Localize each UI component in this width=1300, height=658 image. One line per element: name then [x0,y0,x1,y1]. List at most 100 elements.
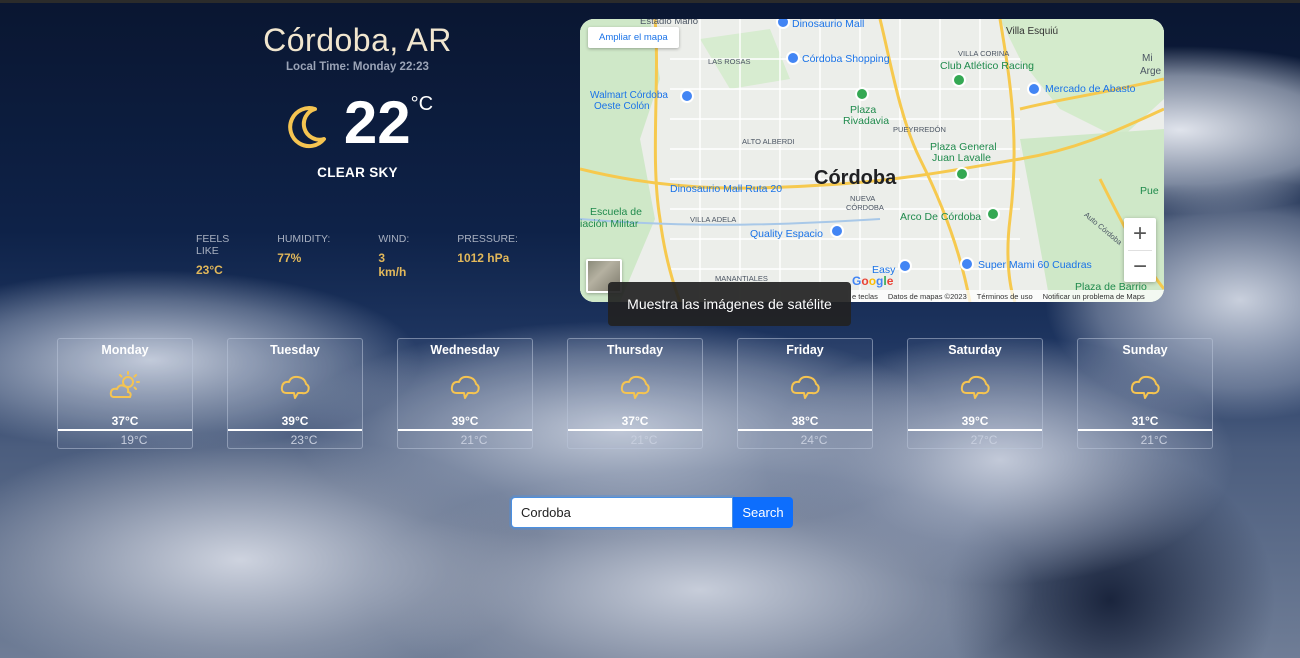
stat-value: 77% [277,251,302,265]
expand-map-button[interactable]: Ampliar el mapa [588,27,679,48]
forecast-max: 39°C [451,414,479,428]
weather-description: CLEAR SKY [317,165,398,180]
map-label: LAS ROSAS [708,57,751,66]
forecast-max: 37°C [621,414,649,428]
forecast-day-name: Saturday [948,343,1002,357]
forecast-day: Saturday 39°C 27°C [907,338,1043,449]
map-data-text: Datos de mapas ©2023 [887,291,967,301]
forecast-day-name: Monday [101,343,149,357]
zoom-out-button[interactable]: − [1124,251,1156,283]
forecast-day-name: Tuesday [270,343,320,357]
map-label: Rivadavia [843,115,890,127]
forecast-day: Thursday 37°C 21°C [567,338,703,449]
local-time: Local Time: Monday 22:23 [286,61,429,73]
google-logo: Google [852,274,894,288]
forecast-day-name: Sunday [1122,343,1168,357]
forecast-day-name: Friday [786,343,824,357]
forecast-min: 21°C [1078,429,1212,449]
satellite-tooltip: Muestra las imágenes de satélite [608,282,851,326]
search-input[interactable] [511,497,733,528]
zoom-in-button[interactable]: + [1124,218,1156,250]
browser-top-edge [0,0,1300,3]
map-pin-icon[interactable] [986,207,1000,221]
cloud-icon [620,375,650,399]
temperature-unit: °C [410,93,434,115]
forecast-day: Wednesday 39°C 21°C [397,338,533,449]
map-label: Arco De Córdoba [900,211,982,223]
stat-label: HUMIDITY: [277,233,331,245]
forecast-min: 21°C [568,429,702,449]
stat-value: 1012 hPa [457,251,510,265]
stat-feels-like: FEELS LIKE 23°C [196,233,229,279]
map-label: Pue [1140,185,1159,197]
map-label: Walmart Córdoba [590,90,668,101]
map-label: Oeste Colón [594,101,650,112]
map-pin-icon[interactable] [786,51,800,65]
map-pin-icon[interactable] [960,257,974,271]
forecast-min: 21°C [398,429,532,449]
map-pin-icon[interactable] [952,73,966,87]
map-label: Mercado de Abasto [1045,83,1136,95]
report-problem-link[interactable]: Notificar un problema de Maps [1043,292,1145,301]
map-label: Quality Espacio [750,228,823,240]
cloud-icon [790,375,820,399]
map-label: Juan Lavalle [932,152,991,164]
moon-icon [288,106,326,149]
stat-wind: WIND: 3 km/h [378,233,409,279]
partly-cloudy-icon [109,371,140,398]
map-label: Mi [1142,53,1153,64]
forecast-day-name: Wednesday [430,343,500,357]
map-label: Dinosaurio Mall [792,19,865,30]
map-label: VILLA CORINA [958,49,1010,58]
forecast-max: 38°C [791,414,819,428]
map-label: Córdoba Shopping [802,53,890,65]
forecast-min: 19°C [58,429,192,449]
stat-value: 23°C [196,263,223,277]
cloud-icon [280,375,310,399]
forecast-min: 24°C [738,429,872,449]
zoom-controls: + − [1124,218,1156,282]
map-label: Super Mami 60 Cuadras [978,259,1092,271]
map-label: Dinosaurio Mall Ruta 20 [670,183,783,195]
forecast-day: Friday 38°C 24°C [737,338,873,449]
map-city-label: Córdoba [814,167,897,189]
stat-value: 3 km/h [378,251,407,279]
city-map[interactable]: Estadio Mario Dinosaurio Mall Villa Esqu… [580,19,1164,302]
map-pin-icon[interactable] [680,89,694,103]
forecast-day: Sunday 31°C 21°C [1077,338,1213,449]
stat-label: FEELS LIKE [196,233,230,257]
keyboard-shortcuts-link[interactable]: e teclas [852,292,878,301]
stat-humidity: HUMIDITY: 77% [277,233,330,279]
search-button[interactable]: Search [733,497,793,528]
forecast-min: 23°C [228,429,362,449]
map-label: Estadio Mario [640,19,699,27]
map-pin-icon[interactable] [830,224,844,238]
stat-label: WIND: [378,233,410,245]
temperature-row: 22 °C [180,89,535,157]
current-weather: Córdoba, AR Local Time: Monday 22:23 22 … [180,22,535,180]
map-pin-icon[interactable] [898,259,912,273]
map-pin-icon[interactable] [855,87,869,101]
map-pin-icon[interactable] [955,167,969,181]
stat-label: PRESSURE: [457,233,518,245]
forecast-day: Tuesday 39°C 23°C [227,338,363,449]
forecast-day-name: Thursday [606,343,664,357]
city-title: Córdoba, AR [263,22,452,58]
forecast-max: 39°C [281,414,309,428]
map-label: NUEVA [850,194,876,203]
map-label: Arge [1140,66,1162,77]
forecast-day: Monday 37°C 19°C [57,338,193,449]
map-attribution: e teclas Datos de mapas ©2023 Términos d… [848,290,1164,302]
map-label: ALTO ALBERDI [742,137,795,146]
forecast-max: 39°C [961,414,989,428]
cloud-icon [450,375,480,399]
forecast-min: 27°C [908,429,1042,449]
weather-stats: FEELS LIKE 23°C HUMIDITY: 77% WIND: 3 km… [196,233,556,279]
terms-link[interactable]: Términos de uso [977,292,1033,301]
forecast-max: 31°C [1131,414,1159,428]
cloud-icon [960,375,990,399]
map-label: Escuela de [590,206,642,218]
map-pin-icon[interactable] [1027,82,1041,96]
forecast-max: 37°C [111,414,139,428]
map-label: PUEYRREDÓN [893,125,946,134]
